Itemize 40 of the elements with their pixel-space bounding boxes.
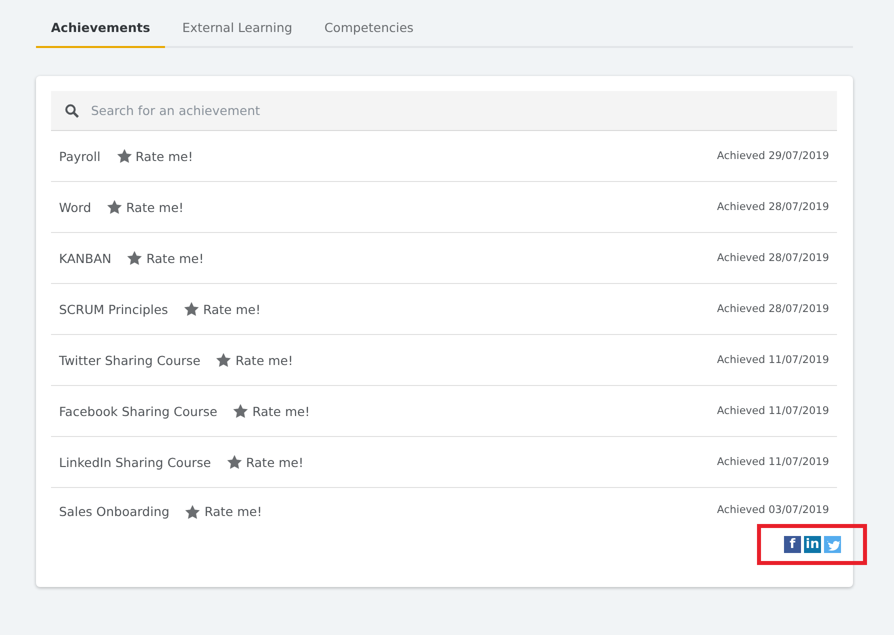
achievement-name: Twitter Sharing Course	[59, 352, 200, 368]
achieved-date: Achieved 11/07/2019	[717, 456, 829, 468]
achievement-name: LinkedIn Sharing Course	[59, 454, 211, 470]
search-input[interactable]: Search for an achievement	[51, 91, 837, 131]
achieved-date: Achieved 28/07/2019	[717, 252, 829, 264]
achievement-name: KANBAN	[59, 250, 112, 266]
achievement-name: Sales Onboarding	[59, 504, 170, 519]
star-icon	[116, 149, 132, 163]
achieved-date: Achieved 29/07/2019	[717, 150, 829, 162]
tab[interactable]: External Learning	[167, 12, 308, 48]
achievement-name: Word	[59, 200, 92, 214]
achievement-name: Facebook Sharing Course	[59, 404, 218, 418]
achievement-name: Payroll	[59, 148, 100, 164]
star-icon	[185, 504, 200, 518]
achieved-date: Achieved 28/07/2019	[717, 201, 829, 213]
rate-button[interactable]: Rate me!	[226, 454, 304, 470]
star-icon	[107, 200, 122, 214]
linkedin-share-link[interactable]: in	[804, 536, 821, 553]
rate-button[interactable]: Rate me!	[107, 200, 184, 214]
facebook-share-link[interactable]: f	[784, 536, 801, 553]
star-icon	[233, 404, 248, 418]
achievement-name: SCRUM Principles	[59, 302, 168, 316]
achieved-date: Achieved 28/07/2019	[717, 303, 829, 315]
star-icon	[127, 251, 142, 265]
star-icon	[226, 455, 242, 469]
rate-button[interactable]: Rate me!	[184, 302, 261, 316]
tab[interactable]: Achievements	[36, 12, 166, 48]
rate-button[interactable]: Rate me!	[127, 250, 204, 266]
tab[interactable]: Competencies	[309, 12, 429, 48]
rate-button[interactable]: Rate me!	[116, 148, 194, 164]
rate-button[interactable]: Rate me!	[185, 504, 262, 519]
star-icon	[184, 302, 200, 316]
achieved-date: Achieved 03/07/2019	[717, 504, 829, 516]
achieved-date: Achieved 11/07/2019	[717, 405, 829, 417]
search-icon	[65, 104, 79, 118]
achieved-date: Achieved 11/07/2019	[717, 354, 829, 366]
rate-button[interactable]: Rate me!	[216, 352, 293, 368]
rate-button[interactable]: Rate me!	[233, 404, 310, 418]
bird-icon[interactable]	[824, 536, 841, 553]
star-icon	[216, 353, 232, 367]
